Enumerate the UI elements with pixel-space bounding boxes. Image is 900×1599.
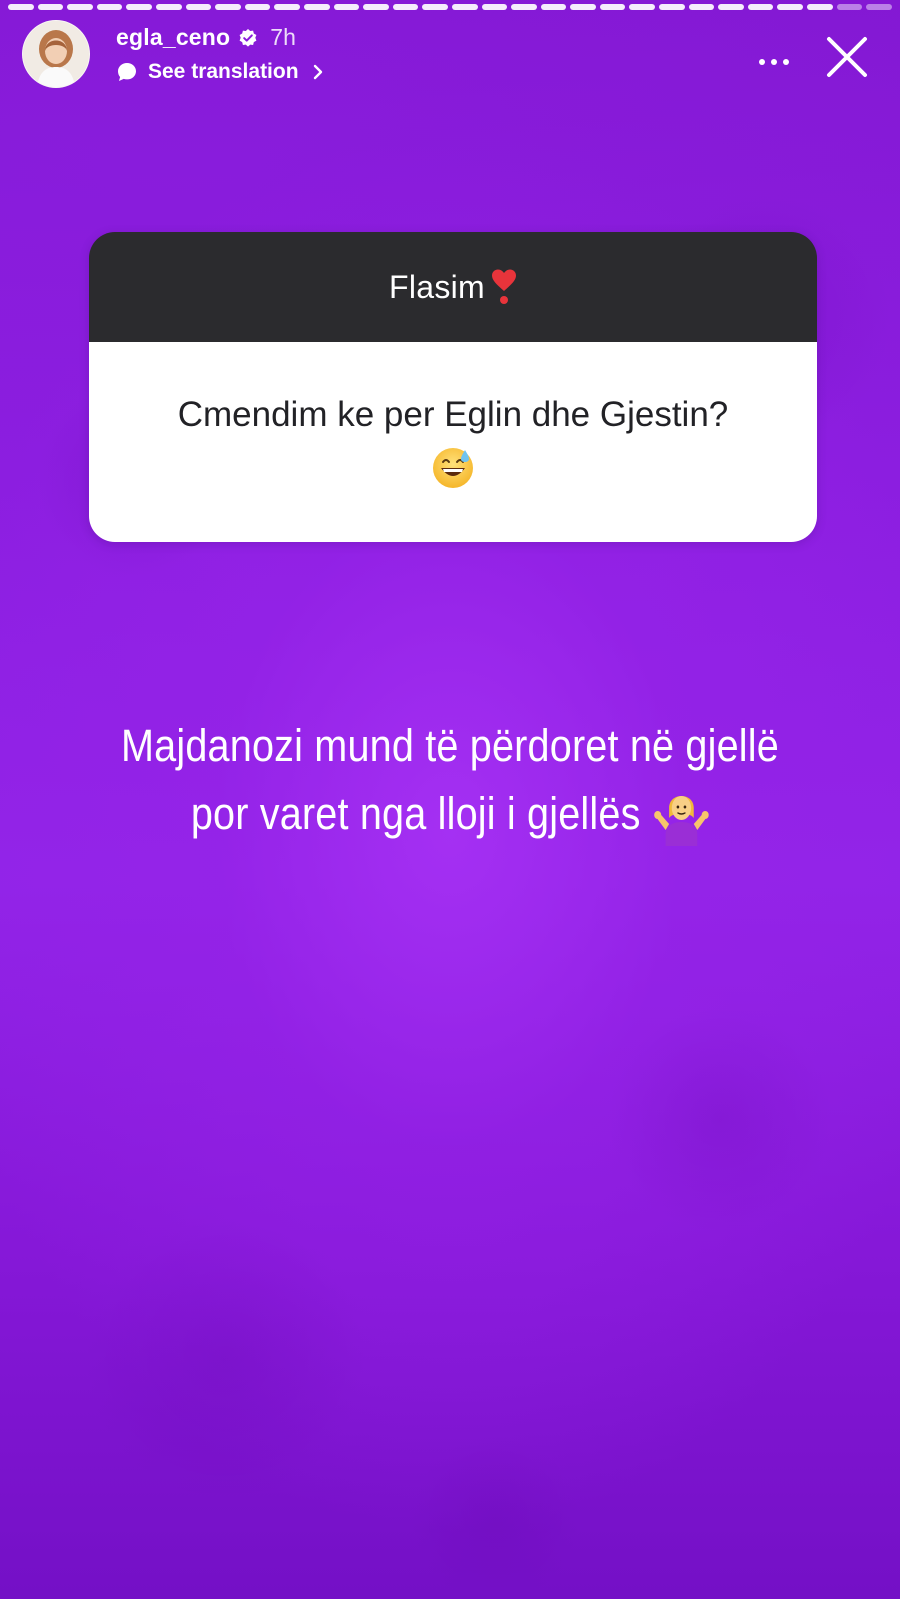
answer-line-2: por varet nga lloji i gjellës bbox=[190, 788, 641, 839]
speech-bubble-icon bbox=[116, 61, 138, 83]
story-answer-text: Majdanozi mund të përdoret në gjellë por… bbox=[40, 712, 860, 848]
progress-segment bbox=[155, 4, 182, 10]
username-row: egla_ceno 7h bbox=[116, 24, 296, 51]
chevron-right-icon bbox=[311, 63, 325, 81]
question-sticker[interactable]: Flasim Cmendim ke per Eglin dhe Gjestin? bbox=[89, 232, 817, 542]
progress-segment bbox=[185, 4, 212, 10]
progress-segment bbox=[777, 4, 804, 10]
progress-segment bbox=[511, 4, 537, 10]
progress-segment bbox=[363, 4, 389, 10]
progress-segment bbox=[274, 4, 300, 10]
progress-segment bbox=[629, 4, 656, 10]
progress-segment bbox=[747, 4, 774, 10]
progress-segment bbox=[540, 4, 567, 10]
progress-segment bbox=[333, 4, 360, 10]
answer-line-2-row: por varet nga lloji i gjellës bbox=[89, 780, 811, 848]
question-sticker-header: Flasim bbox=[89, 232, 817, 342]
heavy-heart-exclamation-icon bbox=[491, 267, 517, 307]
close-icon[interactable] bbox=[822, 32, 872, 82]
progress-segment bbox=[688, 4, 715, 10]
progress-segment bbox=[481, 4, 508, 10]
progress-segment bbox=[451, 4, 478, 10]
progress-segment bbox=[244, 4, 271, 10]
progress-segment bbox=[392, 4, 419, 10]
more-options-icon[interactable] bbox=[754, 42, 794, 82]
progress-segment bbox=[67, 4, 93, 10]
progress-segment bbox=[570, 4, 596, 10]
progress-segment bbox=[96, 4, 123, 10]
verified-badge-icon bbox=[238, 28, 258, 48]
story-header: egla_ceno 7h See translation bbox=[22, 14, 882, 94]
progress-segment bbox=[718, 4, 744, 10]
progress-segment bbox=[836, 4, 863, 10]
profile-photo bbox=[23, 21, 89, 87]
progress-segment bbox=[659, 4, 685, 10]
progress-segment bbox=[303, 4, 330, 10]
progress-segment bbox=[807, 4, 833, 10]
story-timestamp: 7h bbox=[270, 24, 296, 50]
progress-segment bbox=[599, 4, 626, 10]
question-text: Cmendim ke per Eglin dhe Gjestin? bbox=[177, 395, 729, 434]
story-viewer[interactable]: egla_ceno 7h See translation Flasim Cmen… bbox=[0, 0, 900, 1599]
progress-segment bbox=[866, 4, 892, 10]
progress-segment bbox=[8, 4, 34, 10]
avatar[interactable] bbox=[22, 20, 90, 88]
person-shrugging-icon bbox=[653, 782, 709, 846]
username[interactable]: egla_ceno bbox=[116, 24, 230, 51]
question-sticker-body: Cmendim ke per Eglin dhe Gjestin? bbox=[89, 342, 817, 542]
see-translation-button[interactable]: See translation bbox=[116, 60, 325, 84]
story-progress-bar bbox=[8, 4, 892, 10]
progress-segment bbox=[215, 4, 241, 10]
grinning-face-with-sweat-icon bbox=[431, 446, 475, 490]
progress-segment bbox=[37, 4, 64, 10]
progress-segment bbox=[422, 4, 448, 10]
answer-line-1: Majdanozi mund të përdoret në gjellë bbox=[121, 720, 779, 771]
question-sticker-title: Flasim bbox=[388, 268, 486, 305]
progress-segment bbox=[126, 4, 152, 10]
see-translation-label: See translation bbox=[148, 60, 299, 83]
